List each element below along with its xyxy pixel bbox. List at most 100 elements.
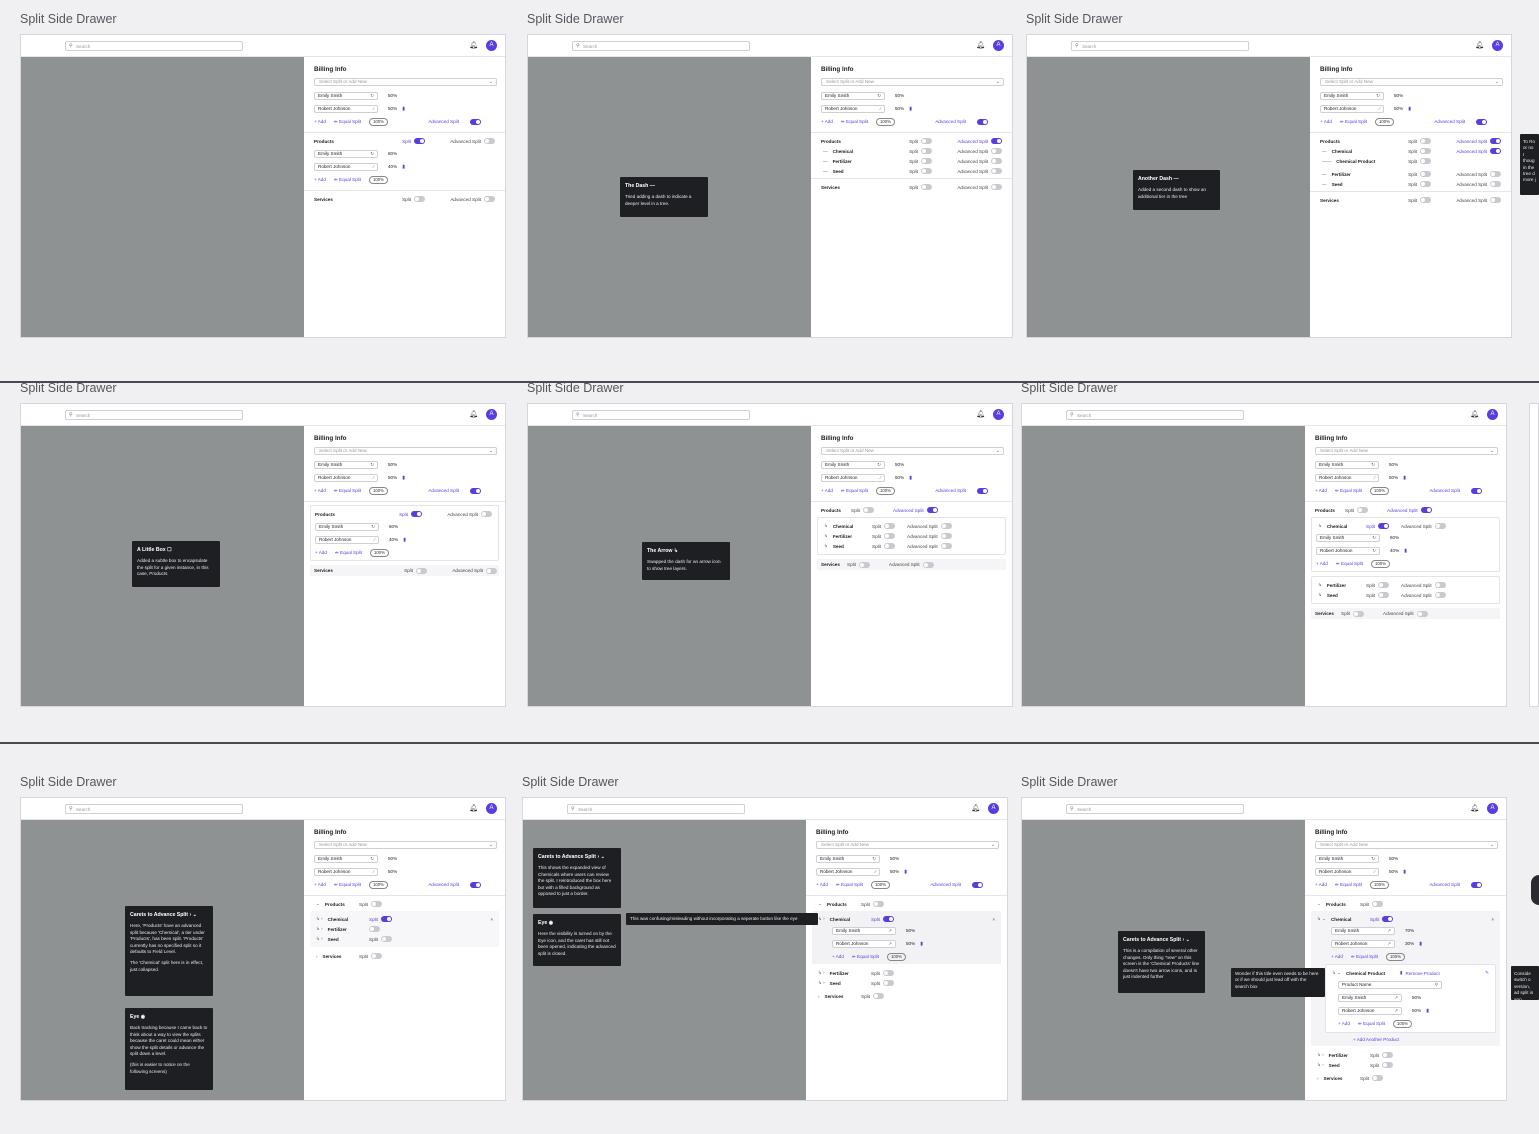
advanced-split-toggle[interactable]: Advanced Split (452, 567, 497, 574)
caret-up-icon[interactable]: ˄ (992, 917, 995, 922)
percent[interactable]: 50% (388, 106, 397, 111)
split-toggle[interactable]: Split (872, 543, 895, 549)
equal-split-button[interactable]: ⇹ Equal Split (1335, 488, 1362, 494)
split-toggle[interactable]: Split (399, 511, 422, 517)
add-button[interactable]: + Add (315, 550, 327, 555)
split-select[interactable]: Select Split or Add New ⌄ (1320, 78, 1503, 86)
avatar[interactable]: A (988, 803, 999, 814)
split-toggle[interactable]: Split (909, 148, 932, 154)
add-button[interactable]: + Add (314, 119, 326, 124)
advanced-split-toggle[interactable]: Advanced Split (1429, 881, 1490, 888)
percent[interactable]: 40% (1390, 548, 1399, 553)
percent[interactable]: 50% (906, 941, 915, 946)
person-field[interactable]: Robert Johnson ⁄ (314, 473, 378, 482)
advanced-split-toggle[interactable]: Advanced Split (1383, 610, 1428, 617)
advanced-split-toggle[interactable]: Advanced Split (930, 881, 991, 888)
advanced-split-toggle[interactable]: Advanced Split (935, 487, 996, 494)
trash-icon[interactable]: ▮ (403, 537, 406, 543)
trash-icon[interactable]: ▮ (904, 869, 907, 875)
equal-split-button[interactable]: ⇹ Equal Split (334, 177, 361, 183)
split-toggle[interactable]: Split (1408, 197, 1431, 203)
split-select[interactable]: Select Split or Add New ⌄ (314, 447, 497, 455)
person-field[interactable]: Robert Johnson ⁄ (1320, 104, 1384, 113)
split-toggle[interactable]: Split (1408, 171, 1431, 177)
person-field[interactable]: Robert Johnson ↗ (1331, 939, 1395, 948)
edit-icon[interactable]: ✎ (1485, 970, 1489, 976)
person-field[interactable]: Robert Johnson ⁄ (821, 104, 885, 113)
split-select[interactable]: Select Split or Add New ⌄ (1315, 841, 1498, 849)
split-toggle[interactable]: Split (909, 138, 932, 144)
add-button[interactable]: + Add (832, 954, 844, 959)
advanced-split-toggle[interactable]: Advanced Split (1387, 507, 1432, 513)
chevron-down-icon[interactable]: ⌄ (316, 901, 320, 907)
split-toggle[interactable]: Split (1366, 592, 1389, 598)
add-button[interactable]: + Add (1316, 561, 1328, 566)
avatar[interactable]: A (486, 40, 497, 51)
percent[interactable]: 30% (1405, 941, 1414, 946)
trash-icon[interactable]: ▮ (402, 106, 405, 112)
split-toggle[interactable]: Split (871, 916, 894, 922)
split-select[interactable]: Select Split or Add New ⌄ (821, 447, 1004, 455)
person-field[interactable]: Robert Johnson ⁄ (816, 867, 880, 876)
search-input[interactable]: ⚲ Search (572, 41, 750, 51)
percent[interactable]: 50% (895, 106, 904, 111)
bell-icon[interactable]: 🔔︎ (469, 41, 478, 49)
bell-icon[interactable]: 🔔︎ (1470, 804, 1479, 812)
add-button[interactable]: + Add (816, 882, 828, 887)
percent[interactable]: 50% (1394, 106, 1403, 111)
person-field[interactable]: Robert Johnson ⁄ (314, 104, 378, 113)
split-toggle[interactable]: Split (359, 953, 382, 959)
advanced-split-toggle[interactable]: Advanced Split (889, 561, 934, 568)
advanced-split-toggle[interactable]: Advanced Split (428, 881, 489, 888)
split-toggle[interactable]: Split (404, 567, 427, 574)
equal-split-button[interactable]: ⇹ Equal Split (334, 882, 361, 888)
split-toggle[interactable]: Split (1366, 523, 1389, 529)
person-field[interactable]: Emily Smith ↗ (1331, 926, 1395, 935)
chevron-down-icon[interactable]: ⌄ (818, 901, 822, 907)
advanced-split-toggle[interactable]: Advanced Split (957, 148, 1002, 154)
split-toggle[interactable]: Split (1370, 1052, 1393, 1058)
advanced-split-toggle[interactable]: Advanced Split (907, 533, 952, 539)
percent[interactable]: 50% (906, 928, 915, 933)
bell-icon[interactable]: 🔔︎ (1470, 410, 1479, 418)
person-field[interactable]: Emily Smith ↻ (1316, 533, 1380, 542)
advanced-split-toggle[interactable]: Advanced Split (907, 523, 952, 529)
add-button[interactable]: + Add (1338, 1021, 1350, 1026)
equal-split-button[interactable]: ⇹ Equal Split (852, 954, 879, 960)
percent[interactable]: 50% (1389, 856, 1398, 861)
equal-split-button[interactable]: ⇹ Equal Split (841, 119, 868, 125)
person-field[interactable]: Robert Johnson ⁄ (1315, 473, 1379, 482)
percent[interactable]: 50% (1389, 462, 1398, 467)
equal-split-button[interactable]: ⇹ Equal Split (1336, 561, 1363, 567)
chevron-right-icon[interactable]: › (316, 954, 318, 959)
advanced-split-toggle[interactable]: Advanced Split (447, 511, 492, 517)
advanced-split-toggle[interactable]: Advanced Split (1456, 148, 1501, 154)
trash-icon[interactable]: ▮ (402, 164, 405, 170)
bell-icon[interactable]: 🔔︎ (1475, 41, 1484, 49)
trash-icon[interactable]: ▮ (909, 475, 912, 481)
percent[interactable]: 40% (388, 164, 397, 169)
percent[interactable]: 60% (388, 151, 397, 156)
remove-product-button[interactable]: ▮ Remove Product (1400, 970, 1440, 976)
trash-icon[interactable]: ▮ (1403, 475, 1406, 481)
split-toggle[interactable]: Split (847, 561, 870, 568)
percent[interactable]: 50% (388, 462, 397, 467)
person-field[interactable]: Emily Smith ↻ (1315, 460, 1379, 469)
percent[interactable]: 50% (388, 856, 397, 861)
advanced-split-toggle[interactable]: Advanced Split (1401, 592, 1446, 598)
search-input[interactable]: ⚲ Search (1066, 804, 1244, 814)
split-toggle[interactable] (369, 926, 380, 932)
person-field[interactable]: Emily Smith ↻ (314, 149, 378, 158)
advanced-split-toggle[interactable]: Advanced Split (957, 184, 1002, 190)
percent[interactable]: 50% (388, 93, 397, 98)
split-select[interactable]: Select Split or Add New ⌄ (314, 841, 497, 849)
percent[interactable]: 50% (895, 93, 904, 98)
search-input[interactable]: ⚲ Search (572, 410, 750, 420)
avatar[interactable]: A (1487, 803, 1498, 814)
percent[interactable]: 50% (895, 462, 904, 467)
advanced-split-toggle[interactable]: Advanced Split (1456, 171, 1501, 177)
percent[interactable]: 50% (890, 856, 899, 861)
split-toggle[interactable]: Split (872, 533, 895, 539)
person-field[interactable]: Robert Johnson ↻ (1316, 546, 1380, 555)
avatar[interactable]: A (993, 409, 1004, 420)
